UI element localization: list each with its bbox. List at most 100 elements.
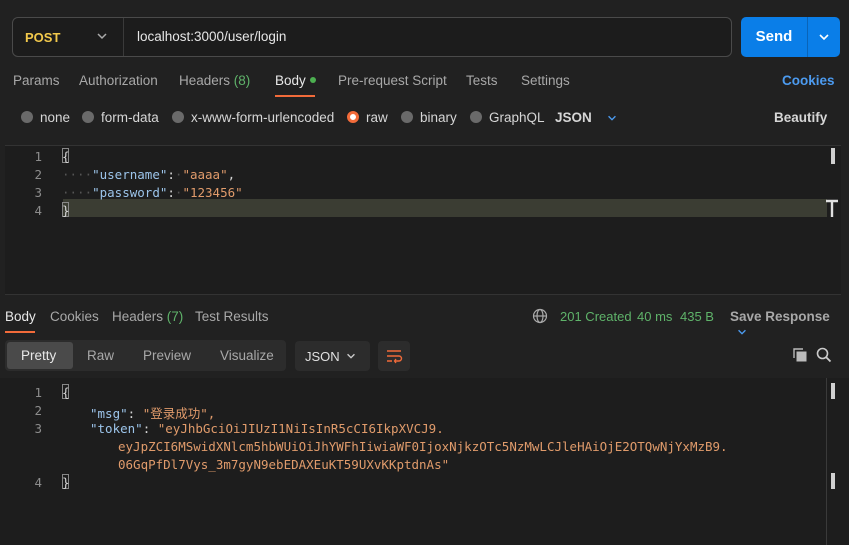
radio-label: binary	[420, 110, 457, 125]
radio-label: GraphQL	[489, 110, 545, 125]
text-cursor-icon	[826, 199, 838, 217]
response-tab-cookies[interactable]: Cookies	[50, 309, 99, 324]
radio-label: form-data	[101, 110, 159, 125]
method-label: POST	[25, 30, 61, 45]
tab-params[interactable]: Params	[13, 73, 60, 88]
json-value: "123456"	[182, 185, 243, 200]
status-code[interactable]: 201 Created	[560, 309, 632, 324]
radio-circle-selected	[347, 111, 359, 124]
response-tab-underline	[5, 331, 35, 333]
tab-headers[interactable]: Headers (8)	[179, 73, 250, 88]
beautify-button[interactable]: Beautify	[774, 110, 827, 125]
cookies-link[interactable]: Cookies	[782, 73, 835, 88]
body-active-dot	[309, 77, 316, 84]
scrollbar-track	[826, 378, 827, 545]
response-headers-count: (7)	[166, 309, 184, 324]
line-number: 3	[34, 421, 42, 436]
response-tab-body[interactable]: Body	[5, 309, 36, 324]
response-format-select[interactable]: JSON	[295, 341, 370, 371]
json-value: "eyJhbGciOiJIUzI1NiIsInR5cCI6IkpXVCJ9.	[157, 421, 444, 436]
code-line: }	[62, 203, 70, 218]
response-tab-headers[interactable]: Headers (7)	[112, 309, 183, 324]
globe-icon[interactable]	[532, 308, 548, 324]
code-line: {	[62, 385, 70, 400]
code-line: }	[62, 475, 70, 490]
tab-body-underline	[275, 95, 315, 97]
chevron-down-icon[interactable]	[817, 30, 831, 44]
radio-raw[interactable]: raw	[347, 110, 388, 125]
view-preview[interactable]: Preview	[143, 348, 191, 363]
send-divider	[807, 17, 808, 57]
code-line-wrapped: 06GqPfDl7Vys_3m7gyN9ebEDAXEuKT59UXvKKptd…	[118, 457, 450, 472]
url-bar: POST localhost:3000/user/login	[12, 17, 732, 57]
json-key: "username"	[92, 167, 168, 182]
radio-circle	[401, 111, 413, 124]
tab-authorization[interactable]: Authorization	[79, 73, 158, 88]
wrap-icon	[387, 350, 403, 364]
view-pretty[interactable]: Pretty	[21, 348, 56, 363]
json-key: "msg"	[90, 406, 128, 421]
response-tab-test-results[interactable]: Test Results	[195, 309, 269, 324]
current-line-highlight	[63, 199, 827, 217]
line-number: 3	[34, 185, 42, 200]
method-select[interactable]: POST	[13, 18, 124, 56]
save-response-button[interactable]: Save Response	[730, 309, 849, 339]
json-value: "登录成功",	[142, 406, 216, 421]
chevron-down-icon	[738, 330, 746, 336]
radio-graphql[interactable]: GraphQL	[470, 110, 545, 125]
chevron-down-icon	[607, 116, 616, 122]
wrap-lines-button[interactable]	[378, 341, 410, 371]
scrollbar-thumb[interactable]	[831, 383, 835, 399]
scrollbar-thumb[interactable]	[831, 473, 835, 489]
line-number: 2	[34, 403, 42, 418]
tab-headers-label: Headers	[179, 73, 231, 88]
code-line: "msg": "登录成功",	[90, 406, 216, 421]
line-number: 2	[34, 167, 42, 182]
send-label: Send	[755, 28, 793, 45]
radio-label: raw	[366, 110, 388, 125]
line-number: 1	[34, 385, 42, 400]
tab-settings[interactable]: Settings	[521, 73, 570, 88]
view-visualize[interactable]: Visualize	[220, 348, 274, 363]
code-line: "token": "eyJhbGciOiJIUzI1NiIsInR5cCI6Ik…	[90, 421, 444, 436]
tab-tests[interactable]: Tests	[466, 73, 498, 88]
line-number: 1	[34, 149, 42, 164]
headers-count: (8)	[233, 73, 251, 88]
radio-label: none	[40, 110, 71, 125]
radio-form-data[interactable]: form-data	[82, 110, 159, 125]
radio-none[interactable]: none	[21, 110, 70, 125]
radio-binary[interactable]: binary	[401, 110, 457, 125]
copy-icon[interactable]	[792, 347, 808, 363]
json-key: "password"	[92, 185, 168, 200]
tab-body-label: Body	[275, 73, 306, 88]
code-line: ····"password":·"123456"	[62, 185, 243, 200]
body-format-label: JSON	[555, 110, 592, 125]
code-line: ····"username":·"aaaa",	[62, 167, 236, 182]
response-format-label: JSON	[305, 349, 340, 364]
line-number: 4	[34, 475, 42, 490]
radio-circle	[21, 111, 33, 124]
scrollbar-thumb[interactable]	[831, 148, 835, 164]
tab-pre-request-script[interactable]: Pre-request Script	[338, 73, 447, 88]
response-headers-label: Headers	[112, 309, 164, 324]
json-value: "aaaa"	[182, 167, 228, 182]
radio-circle	[82, 111, 94, 124]
send-button[interactable]: Send	[741, 17, 840, 57]
code-line-wrapped: eyJpZCI6MSwidXNlcm5hbWUiOiJhYWFhIiwiaWF0…	[118, 439, 728, 454]
search-icon[interactable]	[816, 347, 832, 363]
response-time[interactable]: 40 ms	[637, 309, 672, 324]
view-mode-selector: Pretty Raw Preview Visualize	[5, 340, 286, 371]
response-size[interactable]: 435 B	[680, 309, 714, 324]
json-key: "token"	[90, 421, 143, 436]
url-input[interactable]: localhost:3000/user/login	[137, 29, 286, 44]
body-format-select[interactable]: JSON	[555, 110, 618, 125]
line-number: 4	[34, 203, 42, 218]
radio-circle	[172, 111, 184, 124]
view-raw[interactable]: Raw	[87, 348, 114, 363]
radio-label: x-www-form-urlencoded	[191, 110, 335, 125]
radio-circle	[470, 111, 482, 124]
chevron-down-icon	[97, 33, 107, 40]
chevron-down-icon	[347, 353, 355, 359]
radio-urlencoded[interactable]: x-www-form-urlencoded	[172, 110, 334, 125]
tab-body[interactable]: Body	[275, 73, 316, 88]
